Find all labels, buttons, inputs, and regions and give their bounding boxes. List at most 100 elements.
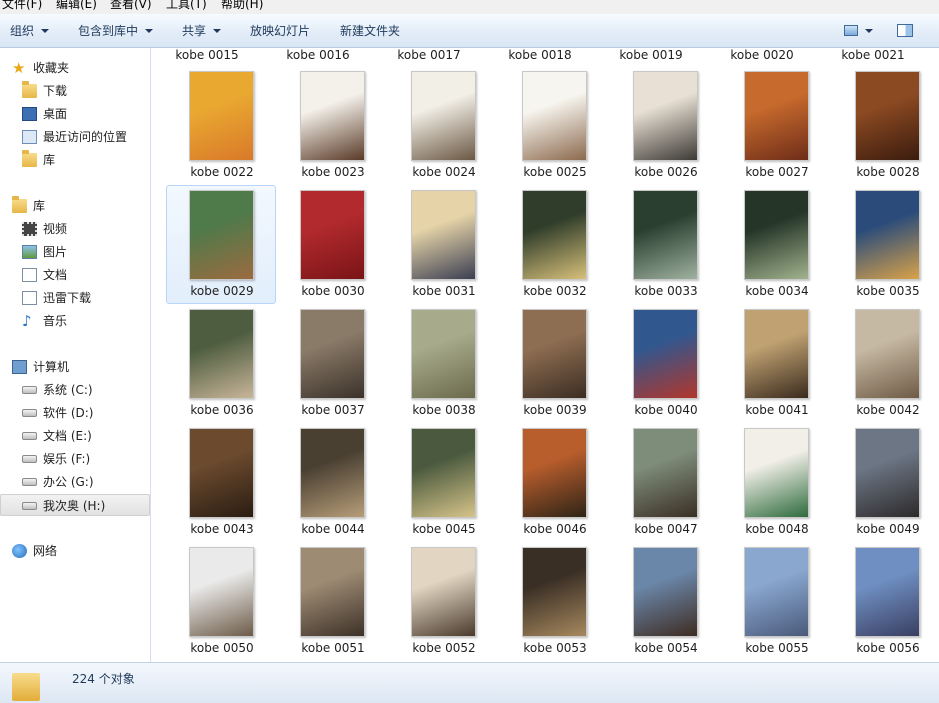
nav-favorites[interactable]: ★ 收藏夹 bbox=[0, 57, 150, 79]
image-thumbnail[interactable] bbox=[300, 547, 365, 637]
file-label[interactable]: kobe 0032 bbox=[500, 284, 610, 298]
file-label[interactable]: kobe 0023 bbox=[278, 165, 388, 179]
nav-item-downloads[interactable]: 下载 bbox=[0, 80, 150, 102]
file-item[interactable]: kobe 0046 bbox=[500, 424, 610, 543]
file-label[interactable]: kobe 0050 bbox=[167, 641, 277, 655]
file-item[interactable]: kobe 0048 bbox=[722, 424, 832, 543]
nav-item-documents[interactable]: 文档 bbox=[0, 264, 150, 286]
image-thumbnail[interactable] bbox=[300, 71, 365, 161]
image-thumbnail[interactable] bbox=[411, 309, 476, 399]
file-item[interactable]: kobe 0034 bbox=[722, 186, 832, 305]
file-item[interactable]: kobe 0037 bbox=[278, 305, 388, 424]
file-label[interactable]: kobe 0017 bbox=[374, 48, 484, 62]
image-thumbnail[interactable] bbox=[411, 190, 476, 280]
nav-item-videos[interactable]: 视频 bbox=[0, 218, 150, 240]
file-item[interactable]: kobe 0044 bbox=[278, 424, 388, 543]
image-thumbnail[interactable] bbox=[744, 309, 809, 399]
file-label[interactable]: kobe 0046 bbox=[500, 522, 610, 536]
image-thumbnail[interactable] bbox=[633, 547, 698, 637]
image-thumbnail[interactable] bbox=[633, 190, 698, 280]
share-button[interactable]: 共享 bbox=[180, 14, 223, 48]
file-item[interactable]: kobe 0022 bbox=[167, 67, 277, 186]
file-label[interactable]: kobe 0031 bbox=[389, 284, 499, 298]
file-item[interactable]: kobe 0039 bbox=[500, 305, 610, 424]
nav-item-drive-g[interactable]: 办公 (G:) bbox=[0, 471, 150, 493]
image-thumbnail[interactable] bbox=[855, 428, 920, 518]
image-thumbnail[interactable] bbox=[189, 190, 254, 280]
file-label[interactable]: kobe 0033 bbox=[611, 284, 721, 298]
file-list-area[interactable]: kobe 0015 kobe 0016 kobe 0017 kobe 0018 kobe… bbox=[152, 48, 939, 662]
nav-item-drive-f[interactable]: 娱乐 (F:) bbox=[0, 448, 150, 470]
new-folder-button[interactable]: 新建文件夹 bbox=[338, 14, 402, 48]
file-label[interactable]: kobe 0018 bbox=[485, 48, 595, 62]
file-label[interactable]: kobe 0056 bbox=[833, 641, 939, 655]
nav-item-desktop[interactable]: 桌面 bbox=[0, 103, 150, 125]
image-thumbnail[interactable] bbox=[855, 71, 920, 161]
file-item[interactable]: kobe 0023 bbox=[278, 67, 388, 186]
menu-file[interactable]: 文件(F) bbox=[0, 0, 44, 12]
nav-item-drive-h[interactable]: 我次奥 (H:) bbox=[0, 494, 150, 516]
file-label[interactable]: kobe 0025 bbox=[500, 165, 610, 179]
file-label[interactable]: kobe 0051 bbox=[278, 641, 388, 655]
nav-network[interactable]: 网络 bbox=[0, 540, 150, 562]
file-label[interactable]: kobe 0019 bbox=[596, 48, 706, 62]
file-item[interactable]: kobe 0052 bbox=[389, 543, 499, 662]
menu-tools[interactable]: 工具(T) bbox=[164, 0, 209, 12]
nav-item-music[interactable]: ♪ 音乐 bbox=[0, 310, 150, 332]
file-label[interactable]: kobe 0036 bbox=[167, 403, 277, 417]
image-thumbnail[interactable] bbox=[522, 428, 587, 518]
file-item[interactable]: kobe 0049 bbox=[833, 424, 939, 543]
image-thumbnail[interactable] bbox=[744, 547, 809, 637]
file-item[interactable]: kobe 0054 bbox=[611, 543, 721, 662]
slideshow-button[interactable]: 放映幻灯片 bbox=[248, 14, 312, 48]
file-item[interactable]: kobe 0045 bbox=[389, 424, 499, 543]
file-label[interactable]: kobe 0038 bbox=[389, 403, 499, 417]
file-item[interactable]: kobe 0056 bbox=[833, 543, 939, 662]
file-item[interactable]: kobe 0028 bbox=[833, 67, 939, 186]
file-label[interactable]: kobe 0020 bbox=[707, 48, 817, 62]
file-item[interactable]: kobe 0038 bbox=[389, 305, 499, 424]
file-label[interactable]: kobe 0016 bbox=[263, 48, 373, 62]
image-thumbnail[interactable] bbox=[633, 71, 698, 161]
file-label[interactable]: kobe 0024 bbox=[389, 165, 499, 179]
image-thumbnail[interactable] bbox=[522, 71, 587, 161]
file-label[interactable]: kobe 0035 bbox=[833, 284, 939, 298]
nav-item-libraries-shortcut[interactable]: 库 bbox=[0, 149, 150, 171]
nav-computer[interactable]: 计算机 bbox=[0, 356, 150, 378]
file-item[interactable]: kobe 0035 bbox=[833, 186, 939, 305]
image-thumbnail[interactable] bbox=[189, 547, 254, 637]
view-options-button[interactable] bbox=[842, 14, 875, 48]
file-item[interactable]: kobe 0042 bbox=[833, 305, 939, 424]
file-label[interactable]: kobe 0052 bbox=[389, 641, 499, 655]
image-thumbnail[interactable] bbox=[855, 190, 920, 280]
file-label[interactable]: kobe 0047 bbox=[611, 522, 721, 536]
file-label[interactable]: kobe 0041 bbox=[722, 403, 832, 417]
image-thumbnail[interactable] bbox=[522, 190, 587, 280]
file-item[interactable]: kobe 0031 bbox=[389, 186, 499, 305]
nav-item-drive-e[interactable]: 文档 (E:) bbox=[0, 425, 150, 447]
file-item[interactable]: kobe 0027 bbox=[722, 67, 832, 186]
preview-pane-button[interactable] bbox=[895, 14, 915, 48]
image-thumbnail[interactable] bbox=[189, 71, 254, 161]
file-item[interactable]: kobe 0024 bbox=[389, 67, 499, 186]
file-label[interactable]: kobe 0034 bbox=[722, 284, 832, 298]
nav-libraries[interactable]: 库 bbox=[0, 195, 150, 217]
file-item[interactable]: kobe 0032 bbox=[500, 186, 610, 305]
file-item[interactable]: kobe 0033 bbox=[611, 186, 721, 305]
image-thumbnail[interactable] bbox=[744, 71, 809, 161]
image-thumbnail[interactable] bbox=[411, 71, 476, 161]
menu-help[interactable]: 帮助(H) bbox=[219, 0, 265, 12]
image-thumbnail[interactable] bbox=[189, 428, 254, 518]
nav-item-pictures[interactable]: 图片 bbox=[0, 241, 150, 263]
image-thumbnail[interactable] bbox=[411, 428, 476, 518]
file-item[interactable]: kobe 0051 bbox=[278, 543, 388, 662]
file-label[interactable]: kobe 0021 bbox=[818, 48, 928, 62]
file-label[interactable]: kobe 0053 bbox=[500, 641, 610, 655]
image-thumbnail[interactable] bbox=[522, 547, 587, 637]
image-thumbnail[interactable] bbox=[300, 428, 365, 518]
nav-item-thunder-downloads[interactable]: 迅雷下载 bbox=[0, 287, 150, 309]
file-label[interactable]: kobe 0015 bbox=[152, 48, 262, 62]
nav-item-drive-d[interactable]: 软件 (D:) bbox=[0, 402, 150, 424]
file-item[interactable]: kobe 0047 bbox=[611, 424, 721, 543]
file-label[interactable]: kobe 0030 bbox=[278, 284, 388, 298]
